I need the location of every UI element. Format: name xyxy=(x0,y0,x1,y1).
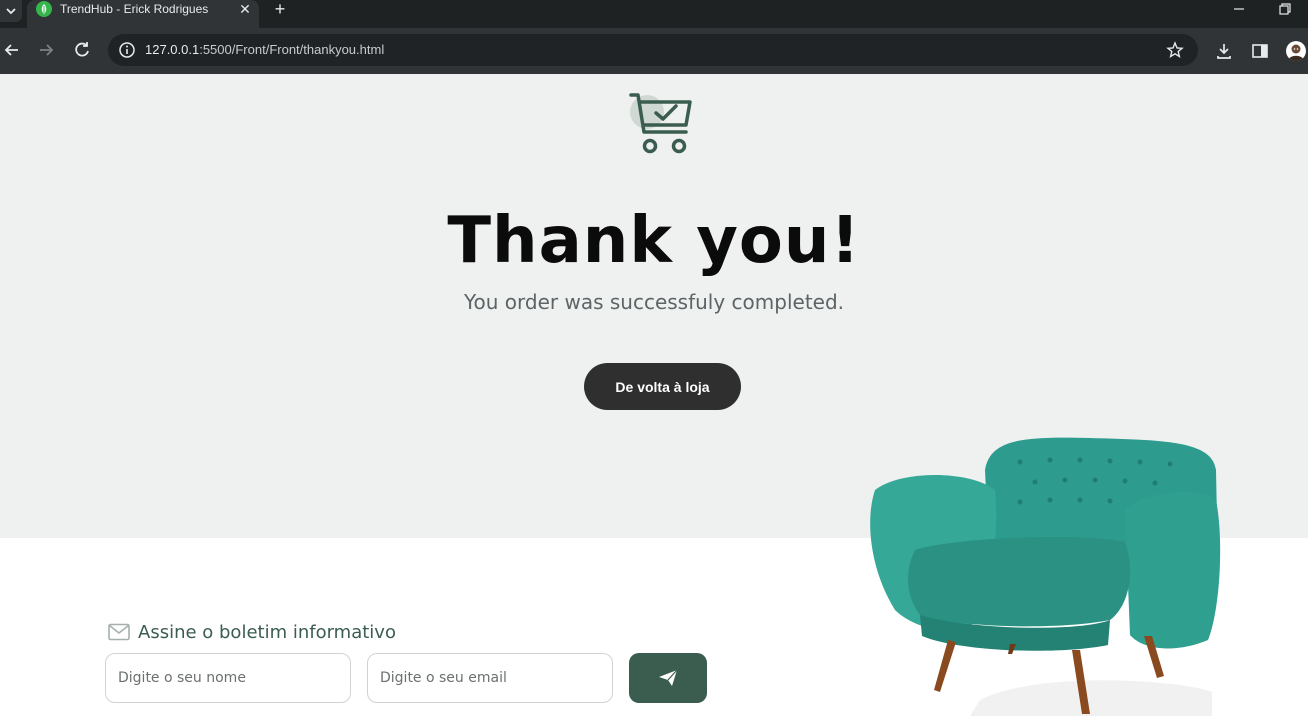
forward-arrow-icon[interactable] xyxy=(34,37,58,63)
tab-close-button[interactable]: ✕ xyxy=(237,0,253,18)
address-bar[interactable]: 127.0.0.1:5500/Front/Front/thankyou.html xyxy=(108,34,1198,66)
email-input[interactable] xyxy=(367,653,613,703)
tab-search-button[interactable] xyxy=(0,0,22,22)
browser-tabbar: TrendHub - Erick Rodrigues ✕ + xyxy=(0,0,1308,28)
new-tab-button[interactable]: + xyxy=(270,0,290,18)
minimize-icon[interactable] xyxy=(1230,0,1248,18)
url-path: :5500/Front/Front/thankyou.html xyxy=(199,42,385,57)
download-icon[interactable] xyxy=(1214,41,1234,61)
browser-tab[interactable]: TrendHub - Erick Rodrigues ✕ xyxy=(27,0,259,28)
side-panel-icon[interactable] xyxy=(1250,41,1270,61)
cart-check-icon xyxy=(629,93,692,154)
url-text: 127.0.0.1:5500/Front/Front/thankyou.html xyxy=(145,42,384,57)
back-arrow-icon[interactable] xyxy=(0,37,24,63)
chevron-down-icon xyxy=(6,8,16,15)
newsletter-title: Assine o boletim informativo xyxy=(138,621,396,643)
reload-icon[interactable] xyxy=(70,37,94,63)
browser-toolbar: 127.0.0.1:5500/Front/Front/thankyou.html xyxy=(0,28,1308,74)
favicon-icon xyxy=(36,1,52,17)
page-title: Thank you! xyxy=(447,204,861,278)
back-to-store-button[interactable]: De volta à loja xyxy=(584,363,741,410)
restore-icon[interactable] xyxy=(1276,0,1294,18)
page-subtitle: You order was successfuly completed. xyxy=(463,290,845,314)
bookmark-star-icon[interactable] xyxy=(1166,41,1184,59)
mail-icon xyxy=(108,623,130,641)
name-input[interactable] xyxy=(105,653,351,703)
profile-avatar-icon xyxy=(1286,41,1306,61)
paper-plane-icon xyxy=(659,669,678,686)
armchair-image xyxy=(870,437,1221,716)
newsletter-heading: Assine o boletim informativo xyxy=(108,620,396,644)
profile-avatar[interactable] xyxy=(1286,41,1306,61)
site-info-icon[interactable] xyxy=(118,41,136,59)
subscribe-button[interactable] xyxy=(629,653,707,703)
url-host: 127.0.0.1 xyxy=(145,42,200,57)
tab-title: TrendHub - Erick Rodrigues xyxy=(60,2,209,16)
